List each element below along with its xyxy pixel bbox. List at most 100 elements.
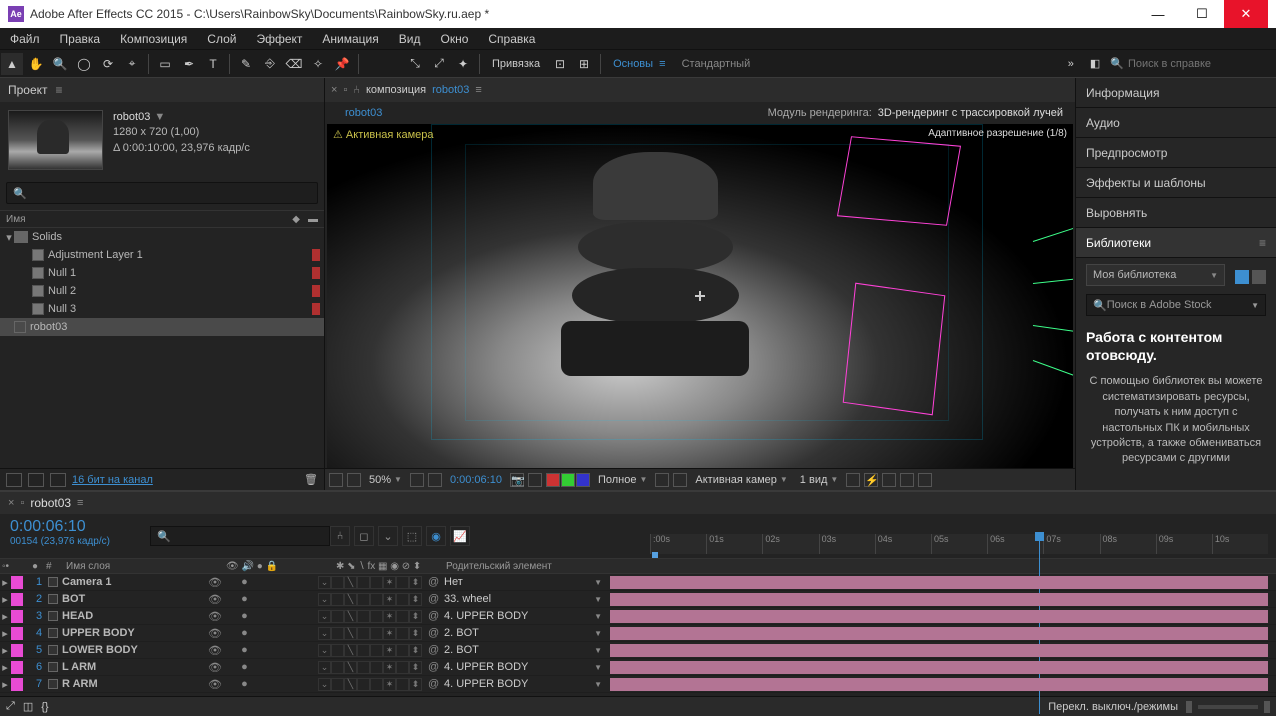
3d-light-gizmo-1[interactable] bbox=[837, 136, 961, 226]
panel-menu-icon[interactable]: ≡ bbox=[56, 83, 63, 97]
timeline-search-input[interactable]: 🔍 bbox=[150, 526, 330, 546]
hand-tool[interactable]: ✋ bbox=[25, 53, 47, 75]
zoom-out-icon[interactable] bbox=[1186, 701, 1192, 713]
maximize-button[interactable]: ☐ bbox=[1180, 0, 1224, 28]
pickwhip-icon[interactable]: @ bbox=[428, 593, 440, 605]
viewer-comp-name[interactable]: robot03 bbox=[432, 84, 469, 96]
current-time[interactable]: 0:00:06:10 bbox=[446, 474, 506, 486]
timeline-layer-row[interactable]: ▸6L ARM👁●⌄╲✶⬍@4. UPPER BODY▼ bbox=[0, 659, 1276, 676]
parent-dropdown[interactable]: @2. BOT▼ bbox=[428, 627, 608, 639]
mode-switches[interactable]: ⌄╲✶⬍ bbox=[318, 610, 428, 623]
toggle-switches-icon[interactable]: ⤢ bbox=[6, 700, 15, 713]
layer-color-chip[interactable] bbox=[11, 593, 23, 606]
parent-dropdown[interactable]: @4. UPPER BODY▼ bbox=[428, 610, 608, 622]
layer-color-chip[interactable] bbox=[11, 661, 23, 674]
comp-canvas[interactable]: ⚠ Активная камера Адаптивное разрешение … bbox=[327, 124, 1073, 468]
timeline-icon[interactable] bbox=[882, 473, 896, 487]
playhead-handle[interactable] bbox=[1035, 532, 1044, 541]
label-chip[interactable] bbox=[312, 267, 320, 279]
col-layer-name[interactable]: Имя слоя bbox=[64, 561, 224, 572]
resolution-icon[interactable] bbox=[410, 473, 424, 487]
layer-bar[interactable] bbox=[610, 661, 1268, 674]
menu-composition[interactable]: Композиция bbox=[110, 32, 197, 46]
layer-color-chip[interactable] bbox=[11, 678, 23, 691]
camera-dropdown[interactable]: Активная камер▼ bbox=[691, 474, 791, 486]
pickwhip-icon[interactable]: @ bbox=[428, 627, 440, 639]
clone-tool[interactable]: ⎆ bbox=[259, 53, 281, 75]
pickwhip-icon[interactable]: @ bbox=[428, 576, 440, 588]
pixel-aspect-icon[interactable] bbox=[846, 473, 860, 487]
viewer-subtab[interactable]: robot03 bbox=[337, 107, 390, 119]
new-comp-icon[interactable] bbox=[50, 473, 66, 487]
camera-tool[interactable]: ⌖ bbox=[121, 53, 143, 75]
twirl-icon[interactable]: ▸ bbox=[0, 593, 10, 606]
project-search-input[interactable]: 🔍 bbox=[6, 182, 318, 204]
layer-bar[interactable] bbox=[610, 678, 1268, 691]
layer-color-chip[interactable] bbox=[11, 610, 23, 623]
av-switches[interactable]: 👁● bbox=[208, 610, 318, 623]
timeline-layer-row[interactable]: ▸5LOWER BODY👁●⌄╲✶⬍@2. BOT▼ bbox=[0, 642, 1276, 659]
layer-color-chip[interactable] bbox=[11, 576, 23, 589]
snap-label[interactable]: Привязка bbox=[492, 58, 540, 70]
rgb-channels[interactable] bbox=[546, 473, 590, 487]
menu-help[interactable]: Справка bbox=[478, 32, 545, 46]
timeline-layer-row[interactable]: ▸4UPPER BODY👁●⌄╲✶⬍@2. BOT▼ bbox=[0, 625, 1276, 642]
panel-libraries[interactable]: Библиотеки≡ bbox=[1076, 228, 1276, 258]
snapshot-icon[interactable]: 📷 bbox=[510, 473, 524, 487]
puppet-tool[interactable]: 📌 bbox=[331, 53, 353, 75]
layer-bar[interactable] bbox=[610, 593, 1268, 606]
motion-blur-icon[interactable]: ◉ bbox=[426, 526, 446, 546]
viewer-close-tab[interactable]: × bbox=[331, 84, 337, 96]
shy-icon[interactable]: ⌄ bbox=[378, 526, 398, 546]
col-parent[interactable]: Родительский элемент bbox=[444, 561, 624, 572]
frame-blend-icon[interactable]: ⬚ bbox=[402, 526, 422, 546]
cc-lib-icon[interactable]: ◧ bbox=[1090, 57, 1100, 70]
list-view-icon[interactable] bbox=[1252, 270, 1266, 284]
pickwhip-icon[interactable]: @ bbox=[428, 610, 440, 622]
comp-mini-flow-icon[interactable]: ⑃ bbox=[330, 526, 350, 546]
draft3d-icon[interactable]: ◻ bbox=[354, 526, 374, 546]
workspace-dropdown[interactable]: Основы ≡ bbox=[613, 58, 666, 70]
panel-effects[interactable]: Эффекты и шаблоны bbox=[1076, 168, 1276, 198]
mode-switches[interactable]: ⌄╲✶⬍ bbox=[318, 593, 428, 606]
channel-toggle-icon[interactable] bbox=[347, 473, 361, 487]
anchor-point-icon[interactable] bbox=[695, 291, 705, 301]
project-col-label-icon[interactable]: ▬ bbox=[308, 214, 318, 225]
av-switches[interactable]: 👁● bbox=[208, 593, 318, 606]
text-tool[interactable]: T bbox=[202, 53, 224, 75]
interpret-footage-icon[interactable] bbox=[6, 473, 22, 487]
twirl-icon[interactable]: ▸ bbox=[0, 627, 10, 640]
parent-dropdown[interactable]: @4. UPPER BODY▼ bbox=[428, 661, 608, 673]
minimize-button[interactable]: — bbox=[1136, 0, 1180, 28]
fast-preview-icon[interactable]: ⚡ bbox=[864, 473, 878, 487]
layer-bar[interactable] bbox=[610, 576, 1268, 589]
layer-color-chip[interactable] bbox=[11, 644, 23, 657]
menu-effect[interactable]: Эффект bbox=[246, 32, 312, 46]
parent-dropdown[interactable]: @33. wheel▼ bbox=[428, 593, 608, 605]
panel-preview[interactable]: Предпросмотр bbox=[1076, 138, 1276, 168]
new-folder-icon[interactable] bbox=[28, 473, 44, 487]
mode-switches[interactable]: ⌄╲✶⬍ bbox=[318, 576, 428, 589]
menu-animation[interactable]: Анимация bbox=[312, 32, 388, 46]
twirl-icon[interactable]: ▸ bbox=[0, 576, 10, 589]
layout-dropdown[interactable]: Стандартный bbox=[682, 58, 751, 70]
project-col-name[interactable]: Имя bbox=[6, 214, 25, 225]
snap-bounds-icon[interactable]: ⊞ bbox=[573, 53, 595, 75]
quality-dropdown[interactable]: Полное▼ bbox=[594, 474, 651, 486]
toggle-brackets-icon[interactable]: {} bbox=[41, 701, 48, 713]
project-tree[interactable]: ▾SolidsAdjustment Layer 1Null 1Null 2Nul… bbox=[0, 228, 324, 468]
library-search-input[interactable]: 🔍 Поиск в Adobe Stock ▼ bbox=[1086, 294, 1266, 316]
av-switches[interactable]: 👁● bbox=[208, 644, 318, 657]
parent-dropdown[interactable]: @2. BOT▼ bbox=[428, 644, 608, 656]
axis-world-icon[interactable]: ⤢ bbox=[428, 53, 450, 75]
zoom-in-icon[interactable] bbox=[1264, 701, 1270, 713]
project-item[interactable]: Adjustment Layer 1 bbox=[0, 246, 324, 264]
timeline-timecode[interactable]: 0:00:06:10 00154 (23,976 кадр/с) bbox=[0, 514, 150, 558]
show-snapshot-icon[interactable] bbox=[528, 473, 542, 487]
grid-view-icon[interactable] bbox=[1235, 270, 1249, 284]
viewer-panel-menu-icon[interactable]: ≡ bbox=[475, 84, 481, 96]
help-search-input[interactable] bbox=[1128, 58, 1268, 70]
library-dropdown[interactable]: Моя библиотека▼ bbox=[1086, 264, 1225, 286]
timeline-panel-menu-icon[interactable]: ≡ bbox=[77, 497, 83, 509]
project-item[interactable]: robot03 bbox=[0, 318, 324, 336]
